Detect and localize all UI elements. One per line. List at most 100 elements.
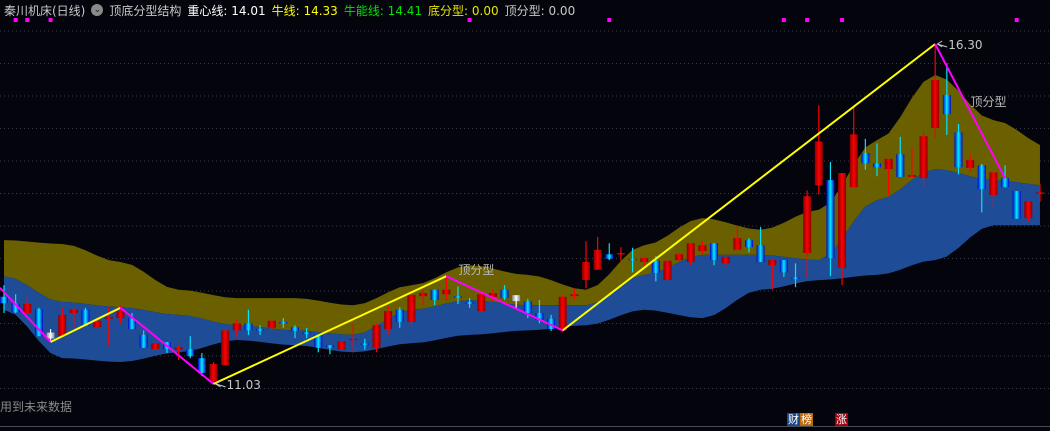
signal-dot bbox=[25, 18, 30, 22]
candle bbox=[593, 236, 602, 270]
candle-body bbox=[1024, 201, 1033, 219]
candle-body bbox=[651, 260, 660, 273]
candle-body bbox=[582, 262, 590, 281]
candle-body bbox=[884, 158, 893, 170]
candle-body bbox=[419, 292, 428, 297]
candle-body bbox=[768, 260, 777, 266]
candle-body bbox=[360, 343, 369, 346]
dingfenxing-value: 顶分型: 0.00 bbox=[504, 3, 576, 18]
candle-body bbox=[477, 294, 486, 312]
ranking-badge[interactable]: 榜 bbox=[800, 413, 813, 427]
difenxing-value: 底分型: 0.00 bbox=[428, 3, 499, 18]
limit-up-badge[interactable]: 涨 bbox=[835, 413, 848, 427]
candle-body bbox=[593, 249, 602, 270]
candle-body bbox=[174, 347, 183, 350]
signal-dot bbox=[467, 18, 472, 22]
candle-body bbox=[675, 254, 684, 261]
candle-body bbox=[372, 325, 381, 348]
signal-dots bbox=[13, 18, 1019, 22]
candle-body bbox=[942, 94, 951, 115]
stock-title[interactable]: 秦川机床(日线) bbox=[4, 2, 85, 19]
candle-body bbox=[744, 240, 753, 248]
candle-body bbox=[244, 323, 253, 331]
candle-body bbox=[779, 260, 788, 273]
candle-body bbox=[512, 295, 521, 302]
signal-dot bbox=[48, 18, 53, 22]
candle-body bbox=[954, 132, 963, 168]
finance-badge[interactable]: 财 bbox=[787, 413, 800, 427]
bands bbox=[4, 74, 1040, 362]
candle-body bbox=[686, 243, 695, 263]
candle-body bbox=[605, 254, 614, 259]
candle-body bbox=[733, 238, 742, 250]
candle-body bbox=[407, 294, 416, 322]
candle-body bbox=[69, 309, 78, 313]
candle-body bbox=[791, 277, 800, 279]
candle-body bbox=[814, 141, 823, 186]
candle bbox=[582, 241, 590, 289]
candle-body bbox=[896, 154, 905, 177]
chevron-down-icon[interactable]: ⌄ bbox=[91, 4, 104, 16]
candle-body bbox=[302, 332, 311, 335]
signal-dot bbox=[805, 18, 810, 22]
candle-body bbox=[23, 303, 32, 313]
arrow-icon bbox=[936, 40, 948, 48]
candle-body bbox=[442, 289, 451, 295]
candle-body bbox=[803, 196, 812, 253]
candle-body bbox=[139, 334, 148, 348]
candle-body bbox=[453, 296, 462, 298]
candle-body bbox=[256, 329, 265, 331]
candle-body bbox=[1012, 191, 1021, 219]
niuxian-value: 牛线: 14.33 bbox=[271, 3, 338, 18]
signal-dot bbox=[1014, 18, 1019, 22]
candle bbox=[849, 107, 858, 188]
signal-dot bbox=[13, 18, 18, 22]
candle bbox=[814, 105, 823, 195]
candle-body bbox=[384, 311, 393, 330]
candle-body bbox=[861, 153, 870, 164]
candle-body bbox=[838, 173, 847, 268]
candle-body bbox=[325, 345, 334, 348]
signal-dot bbox=[840, 18, 845, 22]
price-label: 16.30 bbox=[948, 38, 982, 52]
candle-body bbox=[849, 134, 858, 188]
candle-body bbox=[907, 174, 916, 177]
candle-body bbox=[279, 321, 288, 324]
candle-body bbox=[395, 309, 404, 322]
candle bbox=[1012, 191, 1021, 219]
price-label: 11.03 bbox=[227, 378, 261, 392]
niuneng-value: 牛能线: 14.41 bbox=[343, 3, 423, 18]
candle-body bbox=[209, 363, 218, 382]
candle-body bbox=[640, 258, 649, 263]
candle-body bbox=[989, 172, 998, 195]
candlestick-chart: 顶分型顶分型11.0316.30 bbox=[0, 18, 1050, 392]
candle bbox=[558, 294, 567, 333]
candle-body bbox=[465, 302, 474, 304]
candle bbox=[151, 343, 160, 350]
candle-body bbox=[756, 245, 765, 263]
signal-dot bbox=[607, 18, 612, 22]
candle bbox=[337, 341, 346, 350]
candle-body bbox=[267, 320, 276, 328]
candle-body bbox=[58, 314, 67, 337]
candle-body bbox=[116, 311, 125, 319]
candle-body bbox=[349, 338, 358, 341]
candle-body bbox=[221, 330, 230, 366]
candle-body bbox=[966, 160, 975, 168]
bottom-divider bbox=[0, 426, 1050, 427]
candle-body bbox=[628, 258, 637, 261]
top-fractal-label: 顶分型 bbox=[458, 263, 494, 277]
candle-body bbox=[977, 165, 986, 190]
candle-body bbox=[919, 136, 928, 179]
indicator-name[interactable]: 顶底分型结构 bbox=[109, 2, 181, 19]
candle bbox=[663, 260, 672, 281]
chart-header: 秦川机床(日线) ⌄ 顶底分型结构 重心线: 14.01 牛线: 14.33 牛… bbox=[4, 2, 581, 18]
candle-body bbox=[1001, 178, 1010, 188]
candle-body bbox=[104, 316, 113, 319]
candle-body bbox=[710, 243, 719, 261]
candle-body bbox=[1035, 192, 1044, 194]
candle-body bbox=[232, 323, 241, 331]
top-fractal-label: 顶分型 bbox=[970, 95, 1006, 109]
lower-band-area bbox=[4, 169, 1040, 362]
candle-body bbox=[197, 358, 206, 373]
